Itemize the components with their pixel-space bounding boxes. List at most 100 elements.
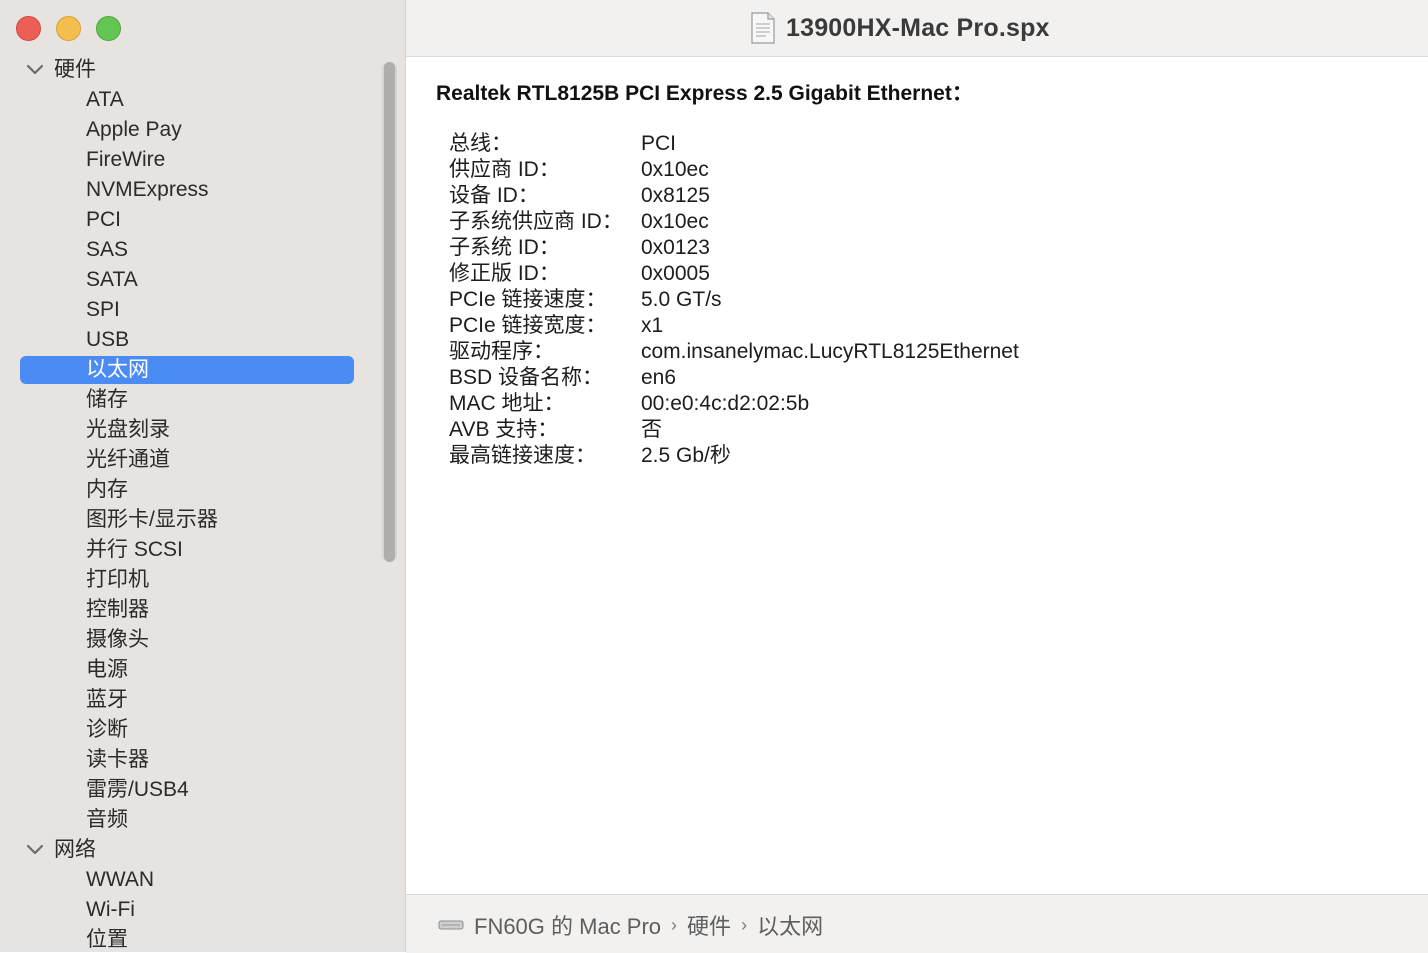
property-key: BSD 设备名称：: [449, 366, 604, 389]
property-row: PCIe 链接宽度： x1: [449, 313, 1019, 339]
sidebar-item-label: 光盘刻录: [86, 418, 170, 441]
property-key: 子系统 ID：: [449, 236, 560, 259]
sidebar-item-locations[interactable]: 位置: [0, 925, 405, 952]
section-network[interactable]: 网络: [0, 835, 405, 865]
property-row: 设备 ID： 0x8125: [449, 183, 1019, 209]
window-title: 13900HX-Mac Pro.spx: [750, 12, 1050, 44]
zoom-button[interactable]: [96, 16, 121, 41]
sidebar-item-fibre-channel[interactable]: 光纤通道: [0, 445, 405, 475]
property-row: 修正版 ID： 0x0005: [449, 261, 1019, 287]
section-label: 硬件: [54, 58, 96, 81]
property-row: 供应商 ID： 0x10ec: [449, 157, 1019, 183]
sidebar-item-diagnostics[interactable]: 诊断: [0, 715, 405, 745]
sidebar-item-wifi[interactable]: Wi-Fi: [0, 895, 405, 925]
sidebar-item-audio[interactable]: 音频: [0, 805, 405, 835]
close-button[interactable]: [16, 16, 41, 41]
sidebar-item-printers[interactable]: 打印机: [0, 565, 405, 595]
sidebar-item-ata[interactable]: ATA: [0, 85, 405, 115]
property-value: PCI: [641, 132, 677, 155]
breadcrumb-item-computer[interactable]: FN60G 的 Mac Pro: [474, 909, 661, 941]
property-row: 子系统供应商 ID： 0x10ec: [449, 209, 1019, 235]
property-row: AVB 支持： 否: [449, 417, 1019, 443]
chevron-down-icon[interactable]: [26, 844, 44, 856]
sidebar-item-label: SAS: [86, 238, 129, 261]
category-tree: 硬件 ATA Apple Pay FireWire NVMExpress PCI…: [0, 55, 405, 952]
property-row: BSD 设备名称： en6: [449, 365, 1019, 391]
sidebar-item-sata[interactable]: SATA: [0, 265, 405, 295]
sidebar-item-disc-burning[interactable]: 光盘刻录: [0, 415, 405, 445]
sidebar-item-label: 电源: [86, 658, 128, 681]
sidebar-item-label: Wi-Fi: [86, 898, 135, 921]
sidebar-item-label: 控制器: [86, 598, 149, 621]
title-bar: 13900HX-Mac Pro.spx: [406, 0, 1428, 57]
sidebar-item-storage[interactable]: 储存: [0, 385, 405, 415]
property-value: 5.0 GT/s: [641, 288, 722, 311]
sidebar-item-label: Apple Pay: [86, 118, 182, 141]
mac-pro-icon: [438, 920, 464, 930]
sidebar: 硬件 ATA Apple Pay FireWire NVMExpress PCI…: [0, 0, 406, 952]
sidebar-item-label: 打印机: [86, 568, 149, 591]
sidebar-item-spi[interactable]: SPI: [0, 295, 405, 325]
property-row: 总线： PCI: [449, 131, 1019, 157]
detail-pane: Realtek RTL8125B PCI Express 2.5 Gigabit…: [406, 57, 1428, 893]
sidebar-item-label: 雷雳/USB4: [86, 778, 189, 801]
property-row: 驱动程序： com.insanelymac.LucyRTL8125Ethernet: [449, 339, 1019, 365]
sidebar-item-parallel-scsi[interactable]: 并行 SCSI: [0, 535, 405, 565]
property-key: MAC 地址：: [449, 392, 565, 415]
property-value: 0x8125: [641, 184, 710, 207]
property-value: 否: [641, 418, 662, 441]
sidebar-item-card-reader[interactable]: 读卡器: [0, 745, 405, 775]
sidebar-item-bluetooth[interactable]: 蓝牙: [0, 685, 405, 715]
property-row: 最高链接速度： 2.5 Gb/秒: [449, 443, 1019, 469]
section-hardware[interactable]: 硬件: [0, 55, 405, 85]
property-key: PCIe 链接宽度：: [449, 314, 607, 337]
sidebar-item-firewire[interactable]: FireWire: [0, 145, 405, 175]
sidebar-item-controller[interactable]: 控制器: [0, 595, 405, 625]
sidebar-item-label: 光纤通道: [86, 448, 170, 471]
property-value: com.insanelymac.LucyRTL8125Ethernet: [641, 340, 1019, 363]
sidebar-item-label: SATA: [86, 268, 138, 291]
property-value: 0x10ec: [641, 210, 709, 233]
sidebar-item-label: 并行 SCSI: [86, 538, 183, 561]
property-key: 设备 ID：: [449, 184, 539, 207]
sidebar-item-apple-pay[interactable]: Apple Pay: [0, 115, 405, 145]
property-value: 00:e0:4c:d2:02:5b: [641, 392, 810, 415]
property-key: PCIe 链接速度：: [449, 288, 607, 311]
property-key: 驱动程序：: [449, 340, 554, 363]
sidebar-item-sas[interactable]: SAS: [0, 235, 405, 265]
chevron-right-icon: ›: [671, 914, 678, 935]
sidebar-item-power[interactable]: 电源: [0, 655, 405, 685]
sidebar-item-usb[interactable]: USB: [0, 325, 405, 355]
sidebar-item-ethernet[interactable]: 以太网: [0, 355, 405, 385]
system-information-window: 硬件 ATA Apple Pay FireWire NVMExpress PCI…: [0, 0, 1428, 953]
minimize-button[interactable]: [56, 16, 81, 41]
sidebar-item-label: 内存: [86, 478, 128, 501]
sidebar-item-label: USB: [86, 328, 130, 351]
sidebar-item-thunderbolt-usb4[interactable]: 雷雳/USB4: [0, 775, 405, 805]
window-controls: [16, 16, 121, 41]
sidebar-item-graphics-displays[interactable]: 图形卡/显示器: [0, 505, 405, 535]
breadcrumb-item-ethernet[interactable]: 以太网: [757, 909, 823, 941]
sidebar-scrollbar[interactable]: [382, 62, 397, 562]
sidebar-item-label: 诊断: [86, 718, 128, 741]
sidebar-item-camera[interactable]: 摄像头: [0, 625, 405, 655]
sidebar-item-label: NVMExpress: [86, 178, 209, 201]
property-value: en6: [641, 366, 677, 389]
sidebar-item-nvmexpress[interactable]: NVMExpress: [0, 175, 405, 205]
sidebar-item-pci[interactable]: PCI: [0, 205, 405, 235]
property-value: 0x0123: [641, 236, 710, 259]
sidebar-item-label: FireWire: [86, 148, 166, 171]
sidebar-item-label: 读卡器: [86, 748, 149, 771]
sidebar-item-label: 以太网: [86, 358, 149, 381]
scrollbar-thumb[interactable]: [384, 62, 395, 562]
chevron-down-icon[interactable]: [26, 64, 44, 76]
sidebar-item-memory[interactable]: 内存: [0, 475, 405, 505]
sidebar-item-wwan[interactable]: WWAN: [0, 865, 405, 895]
document-icon: [751, 12, 775, 44]
sidebar-item-label: PCI: [86, 208, 122, 231]
sidebar-item-label: 储存: [86, 388, 128, 411]
property-key: 供应商 ID：: [449, 158, 560, 181]
property-row: 子系统 ID： 0x0123: [449, 235, 1019, 261]
property-key: 最高链接速度：: [449, 444, 596, 467]
breadcrumb-item-hardware[interactable]: 硬件: [687, 909, 731, 941]
